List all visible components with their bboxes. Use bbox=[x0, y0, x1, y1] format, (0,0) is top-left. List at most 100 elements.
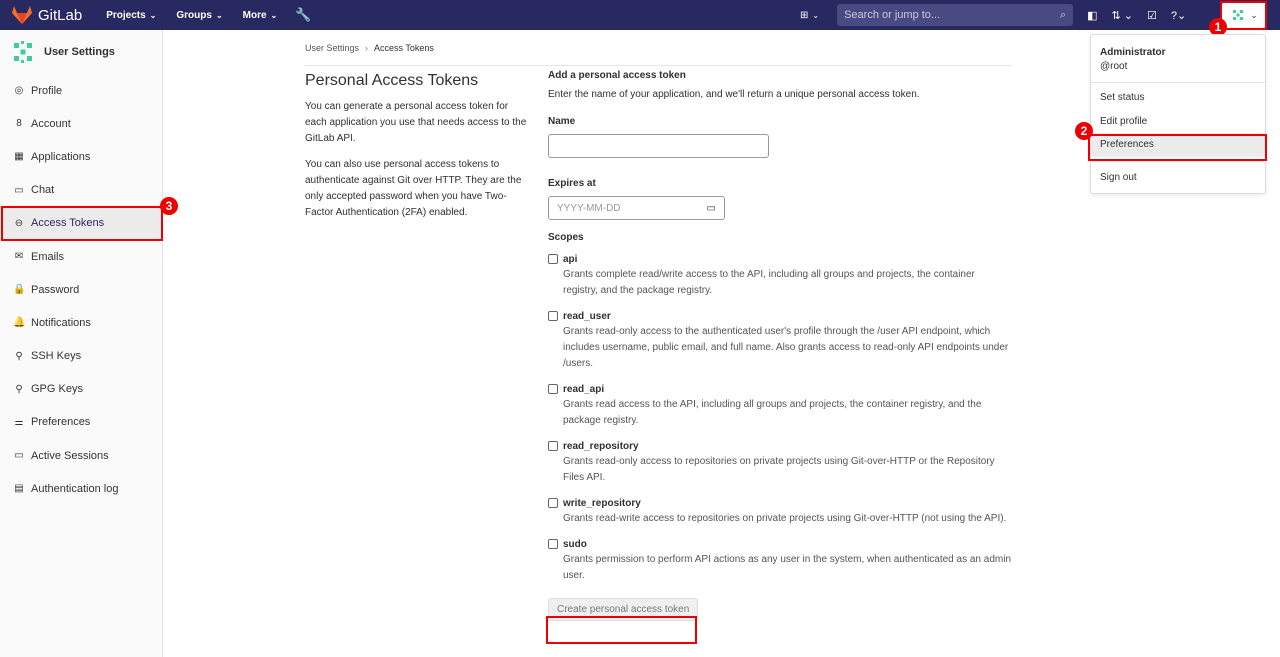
profile-icon: ◎ bbox=[14, 85, 24, 97]
scope-checkbox[interactable] bbox=[548, 384, 558, 394]
name-label: Name bbox=[548, 116, 576, 127]
sidebar-item-ssh-keys[interactable]: ⚲ SSH Keys bbox=[0, 340, 162, 373]
user-name: Administrator bbox=[1100, 47, 1166, 58]
scope-checkbox[interactable] bbox=[548, 539, 558, 549]
todos-icon[interactable]: ☑ bbox=[1147, 9, 1157, 22]
nav-more[interactable]: More ⌄ bbox=[243, 10, 278, 21]
sidebar-item-chat[interactable]: ▭ Chat bbox=[0, 174, 162, 207]
bell-icon: 🔔 bbox=[13, 317, 26, 329]
user-menu-button[interactable]: ⌄ bbox=[1222, 2, 1266, 28]
sidebar-header[interactable]: User Settings bbox=[0, 30, 162, 74]
sidebar-item-label: Applications bbox=[31, 150, 91, 163]
scope-description: Grants read-only access to the authentic… bbox=[563, 326, 1009, 369]
chevron-down-icon: ⌄ bbox=[149, 10, 157, 20]
sidebar-item-profile[interactable]: ◎ Profile bbox=[0, 74, 162, 107]
scope-name[interactable]: write_repository bbox=[563, 498, 641, 509]
sidebar-item-label: GPG Keys bbox=[31, 383, 83, 396]
name-input[interactable] bbox=[548, 134, 769, 158]
sidebar-item-label: Preferences bbox=[31, 416, 91, 429]
plus-square-icon: ⊞ bbox=[800, 9, 809, 21]
sidebar-item-notifications[interactable]: 🔔 Notifications bbox=[0, 306, 162, 339]
log-icon: ▤ bbox=[14, 483, 24, 495]
scope-read_api: read_api Grants read access to the API, i… bbox=[548, 382, 1012, 429]
search-icon: ⌕ bbox=[1059, 8, 1067, 21]
sidebar-item-label: Emails bbox=[31, 250, 65, 263]
scope-description: Grants permission to perform API actions… bbox=[563, 554, 1012, 581]
sidebar-item-gpg-keys[interactable]: ⚲ GPG Keys bbox=[0, 373, 162, 406]
scope-name[interactable]: read_repository bbox=[563, 441, 639, 452]
menu-preferences[interactable]: Preferences bbox=[1091, 133, 1265, 157]
main-content: User Settings › Access Tokens Personal A… bbox=[305, 30, 1012, 621]
page-title: Personal Access Tokens bbox=[305, 72, 479, 89]
gitlab-logo[interactable]: GitLab bbox=[12, 6, 82, 24]
expires-at-input[interactable]: YYYY-MM-DD ▭ bbox=[548, 196, 725, 220]
scope-sudo: sudo Grants permission to perform API act… bbox=[548, 537, 1012, 584]
form-title: Add a personal access token bbox=[548, 70, 686, 81]
token-form: Add a personal access token Enter the na… bbox=[548, 70, 1012, 621]
scope-checkbox[interactable] bbox=[548, 311, 558, 321]
chevron-down-icon: ⌄ bbox=[1250, 9, 1258, 20]
scope-name[interactable]: api bbox=[563, 254, 577, 265]
scope-read_repository: read_repository Grants read-only access t… bbox=[548, 439, 1012, 486]
annotation-badge-3: 3 bbox=[160, 197, 178, 215]
menu-sign-out[interactable]: Sign out bbox=[1091, 166, 1265, 190]
admin-wrench-icon[interactable]: 🔧 bbox=[295, 7, 311, 23]
help-icon[interactable]: ?⌄ bbox=[1171, 9, 1186, 22]
scope-read_user: read_user Grants read-only access to the … bbox=[548, 309, 1012, 372]
annotation-badge-2: 2 bbox=[1075, 122, 1093, 140]
sidebar-item-label: Notifications bbox=[31, 316, 91, 329]
scope-description: Grants complete read/write access to the… bbox=[563, 269, 975, 296]
lock-icon: 🔒 bbox=[13, 284, 26, 296]
scope-api: api Grants complete read/write access to … bbox=[548, 252, 1012, 299]
token-icon: ⊖ bbox=[14, 217, 24, 229]
sidebar-item-active-sessions[interactable]: ▭ Active Sessions bbox=[0, 439, 162, 472]
breadcrumb-current[interactable]: Access Tokens bbox=[374, 43, 434, 53]
scope-description: Grants read access to the API, including… bbox=[563, 399, 982, 426]
sidebar-item-preferences[interactable]: ⚌ Preferences bbox=[0, 406, 162, 439]
chevron-down-icon: ⌄ bbox=[270, 10, 278, 20]
nav-projects[interactable]: Projects ⌄ bbox=[106, 10, 156, 21]
sidebar-item-label: Profile bbox=[31, 84, 63, 97]
sidebar-item-applications[interactable]: ▦ Applications bbox=[0, 140, 162, 173]
key-icon: ⚲ bbox=[15, 383, 23, 395]
intro-text-2fa: You can also use personal access tokens … bbox=[305, 159, 522, 218]
user-avatar bbox=[14, 41, 32, 63]
chevron-down-icon: ⌄ bbox=[215, 10, 223, 20]
chevron-right-icon: › bbox=[365, 42, 369, 53]
sidebar-item-label: Authentication log bbox=[31, 482, 119, 495]
nav-groups[interactable]: Groups ⌄ bbox=[176, 10, 222, 21]
sidebar-item-label: Account bbox=[31, 117, 71, 130]
calendar-icon[interactable]: ▭ bbox=[707, 203, 716, 214]
scope-checkbox[interactable] bbox=[548, 498, 558, 508]
scope-name[interactable]: read_user bbox=[563, 311, 611, 322]
sidebar-item-access-tokens[interactable]: ⊖ Access Tokens bbox=[0, 206, 162, 240]
expires-label: Expires at bbox=[548, 178, 596, 189]
breadcrumb-parent[interactable]: User Settings bbox=[305, 43, 359, 53]
merge-requests-icon[interactable]: ⇅ ⌄ bbox=[1112, 9, 1134, 22]
sidebar-item-label: SSH Keys bbox=[31, 350, 82, 363]
sidebar-item-account[interactable]: 8 Account bbox=[0, 107, 162, 140]
top-navbar: GitLab Projects ⌄ Groups ⌄ More ⌄ 🔧 ⊞ ⌄ Sear… bbox=[0, 0, 1280, 30]
sidebar-item-label: Password bbox=[31, 283, 80, 296]
sidebar-item-password[interactable]: 🔒 Password bbox=[0, 273, 162, 306]
scope-checkbox[interactable] bbox=[548, 254, 558, 264]
sidebar-item-authentication-log[interactable]: ▤ Authentication log bbox=[0, 472, 162, 505]
applications-icon: ▦ bbox=[14, 151, 24, 163]
sidebar-item-emails[interactable]: ✉ Emails bbox=[0, 240, 162, 273]
create-token-button[interactable]: Create personal access token bbox=[548, 598, 699, 621]
new-item-button[interactable]: ⊞ ⌄ bbox=[800, 10, 819, 21]
search-input[interactable]: Search or jump to... ⌕ bbox=[837, 4, 1074, 26]
issues-icon[interactable]: ◧ bbox=[1087, 9, 1097, 22]
scope-description: Grants read-write access to repositories… bbox=[563, 513, 1007, 524]
menu-set-status[interactable]: Set status bbox=[1091, 86, 1265, 110]
avatar bbox=[1230, 7, 1247, 23]
envelope-icon: ✉ bbox=[14, 251, 24, 263]
scope-name[interactable]: read_api bbox=[563, 384, 604, 395]
chevron-down-icon: ⌄ bbox=[812, 10, 820, 20]
breadcrumb: User Settings › Access Tokens bbox=[305, 30, 1012, 66]
scope-checkbox[interactable] bbox=[548, 441, 558, 451]
scope-name[interactable]: sudo bbox=[563, 539, 587, 550]
menu-edit-profile[interactable]: Edit profile bbox=[1091, 110, 1265, 134]
key-icon: ⚲ bbox=[15, 350, 23, 362]
form-description: Enter the name of your application, and … bbox=[548, 89, 920, 100]
